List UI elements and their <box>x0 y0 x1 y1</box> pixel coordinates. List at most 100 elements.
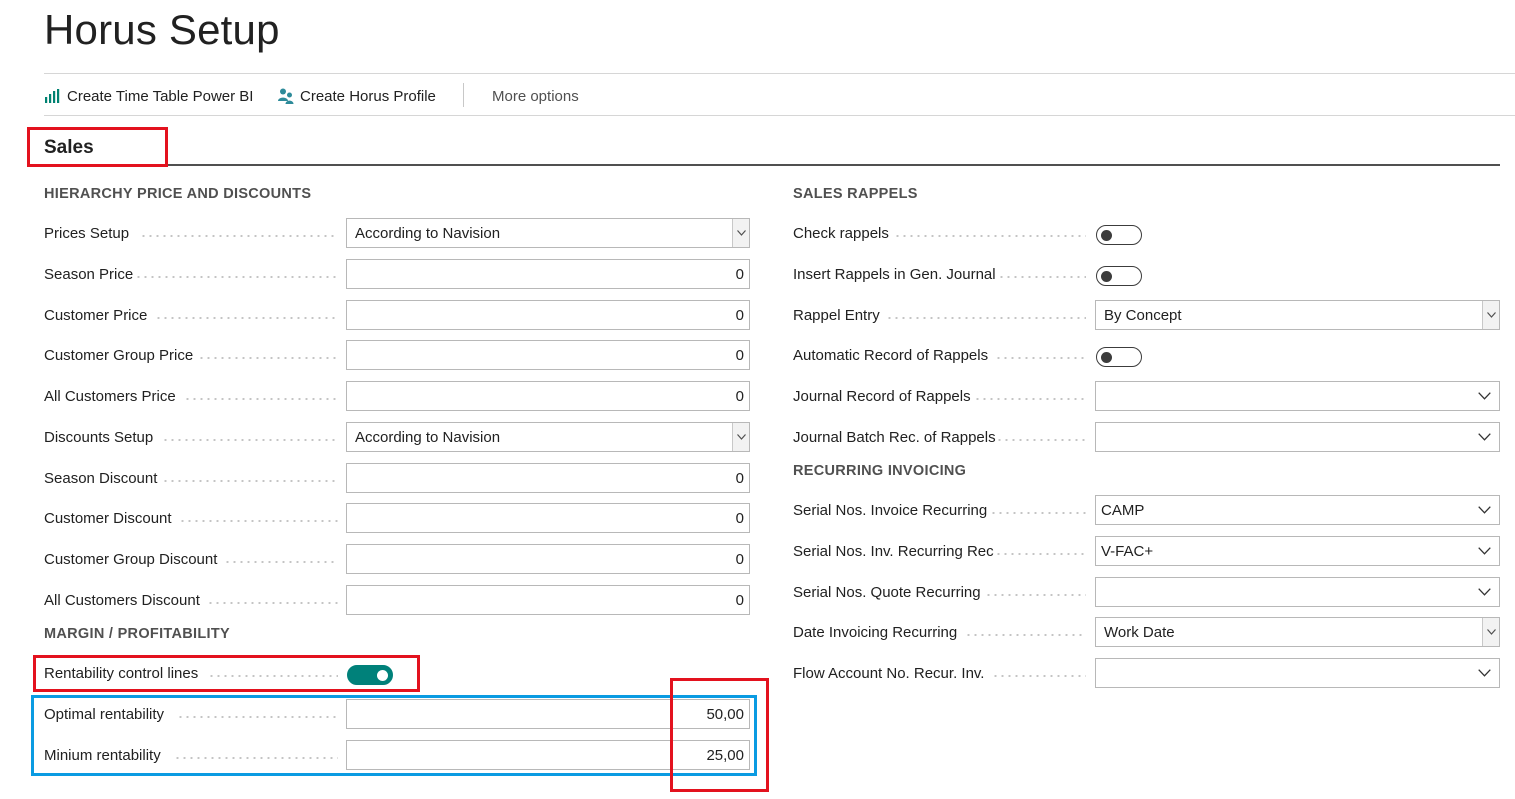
field-label-journal-batch: Journal Batch Rec. of Rappels <box>793 428 996 446</box>
customer-group-discount-input[interactable]: 0 <box>346 544 750 574</box>
leader-dots <box>995 357 1086 359</box>
section-title-sales[interactable]: Sales <box>44 137 94 159</box>
rappel-entry-select[interactable]: By Concept <box>1095 300 1500 330</box>
field-label-customer-group-discount: Customer Group Discount <box>44 550 218 568</box>
actionbar-divider <box>44 115 1515 116</box>
leader-dots <box>135 276 338 278</box>
group-title-margin: MARGIN / PROFITABILITY <box>44 626 230 642</box>
field-label-customer-discount: Customer Discount <box>44 509 172 527</box>
field-label-customer-group-price: Customer Group Price <box>44 346 194 364</box>
rappel-entry-value: By Concept <box>1104 306 1182 324</box>
serial-invoice-recurring-select[interactable]: CAMP <box>1095 495 1500 525</box>
field-label-discounts-setup: Discounts Setup <box>44 428 154 446</box>
field-label-optimal-rentability: Optimal rentability <box>44 705 165 723</box>
create-horus-profile-label: Create Horus Profile <box>300 87 436 105</box>
chevron-down-icon[interactable] <box>732 423 749 451</box>
field-label-serial-inv-recurring-rec: Serial Nos. Inv. Recurring Rec <box>793 542 994 560</box>
leader-dots <box>992 675 1086 677</box>
highlight-rentability-values <box>670 678 769 792</box>
check-rappels-toggle[interactable] <box>1096 225 1142 245</box>
customer-price-input[interactable]: 0 <box>346 300 750 330</box>
optimal-rentability-input[interactable]: 50,00 <box>346 699 750 729</box>
field-label-rappel-entry: Rappel Entry <box>793 306 880 324</box>
minimum-rentability-input[interactable]: 25,00 <box>346 740 750 770</box>
group-title-hierarchy: HIERARCHY PRICE AND DISCOUNTS <box>44 186 312 202</box>
field-label-rentability-control: Rentability control lines <box>44 664 199 682</box>
season-price-input[interactable]: 0 <box>346 259 750 289</box>
create-timetable-powerbi-label: Create Time Table Power BI <box>67 87 254 105</box>
discounts-setup-value: According to Navision <box>355 428 501 446</box>
leader-dots <box>177 716 338 718</box>
field-label-serial-quote-recurring: Serial Nos. Quote Recurring <box>793 583 981 601</box>
chevron-down-icon[interactable] <box>732 219 749 247</box>
insert-rappels-toggle[interactable] <box>1096 266 1142 286</box>
leader-dots <box>996 439 1086 441</box>
field-label-season-discount: Season Discount <box>44 469 158 487</box>
field-label-automatic-record: Automatic Record of Rappels <box>793 346 989 364</box>
leader-dots <box>886 317 1086 319</box>
leader-dots <box>174 757 338 759</box>
leader-dots <box>162 480 338 482</box>
customer-discount-input[interactable]: 0 <box>346 503 750 533</box>
field-label-season-price: Season Price <box>44 265 134 283</box>
leader-dots <box>208 675 338 677</box>
leader-dots <box>207 602 338 604</box>
leader-dots <box>198 357 338 359</box>
rentability-control-toggle[interactable] <box>347 665 393 685</box>
customer-group-price-input[interactable]: 0 <box>346 340 750 370</box>
field-label-date-invoicing: Date Invoicing Recurring <box>793 623 958 641</box>
chevron-down-icon[interactable] <box>1482 301 1499 329</box>
prices-setup-select[interactable]: According to Navision <box>346 218 750 248</box>
create-horus-profile-button[interactable]: Create Horus Profile <box>277 85 436 107</box>
toggle-knob <box>1101 351 1112 363</box>
people-icon <box>278 88 294 104</box>
group-title-sales-rappels: SALES RAPPELS <box>793 186 918 202</box>
leader-dots <box>184 398 338 400</box>
chevron-down-icon[interactable] <box>1469 537 1499 565</box>
leader-dots <box>162 439 338 441</box>
season-discount-input[interactable]: 0 <box>346 463 750 493</box>
leader-dots <box>179 520 338 522</box>
field-label-minimum-rentability: Minium rentability <box>44 746 161 764</box>
journal-record-select[interactable] <box>1095 381 1500 411</box>
field-label-all-customers-price: All Customers Price <box>44 387 176 405</box>
leader-dots <box>995 553 1086 555</box>
chevron-down-icon[interactable] <box>1469 496 1499 524</box>
title-divider <box>44 73 1515 74</box>
chevron-down-icon[interactable] <box>1469 578 1499 606</box>
group-title-recurring: RECURRING INVOICING <box>793 463 967 479</box>
field-label-serial-invoice-recurring: Serial Nos. Invoice Recurring <box>793 501 988 519</box>
toggle-knob <box>1101 270 1112 282</box>
field-label-prices-setup: Prices Setup <box>44 224 130 242</box>
field-label-check-rappels: Check rappels <box>793 224 889 242</box>
serial-inv-recurring-rec-select[interactable]: V-FAC+ <box>1095 536 1500 566</box>
flow-account-select[interactable] <box>1095 658 1500 688</box>
chevron-down-icon[interactable] <box>1482 618 1499 646</box>
journal-batch-select[interactable] <box>1095 422 1500 452</box>
all-customers-price-input[interactable]: 0 <box>346 381 750 411</box>
field-label-insert-rappels: Insert Rappels in Gen. Journal <box>793 265 996 283</box>
leader-dots <box>965 634 1086 636</box>
all-customers-discount-input[interactable]: 0 <box>346 585 750 615</box>
serial-quote-recurring-select[interactable] <box>1095 577 1500 607</box>
serial-invoice-recurring-value: CAMP <box>1101 501 1145 519</box>
bar-chart-icon <box>45 89 60 103</box>
automatic-record-toggle[interactable] <box>1096 347 1142 367</box>
leader-dots <box>998 276 1086 278</box>
serial-inv-recurring-rec-value: V-FAC+ <box>1101 542 1154 560</box>
more-options-button[interactable]: More options <box>492 85 579 107</box>
leader-dots <box>985 594 1086 596</box>
create-timetable-powerbi-button[interactable]: Create Time Table Power BI <box>44 85 253 107</box>
prices-setup-value: According to Navision <box>355 224 501 242</box>
leader-dots <box>155 317 338 319</box>
date-invoicing-select[interactable]: Work Date <box>1095 617 1500 647</box>
discounts-setup-select[interactable]: According to Navision <box>346 422 750 452</box>
date-invoicing-value: Work Date <box>1104 623 1175 641</box>
action-separator <box>463 83 464 107</box>
toggle-knob <box>377 669 388 681</box>
page-title: Horus Setup <box>44 6 280 53</box>
chevron-down-icon[interactable] <box>1469 423 1499 451</box>
chevron-down-icon[interactable] <box>1469 659 1499 687</box>
chevron-down-icon[interactable] <box>1469 382 1499 410</box>
section-rule <box>29 164 1500 166</box>
